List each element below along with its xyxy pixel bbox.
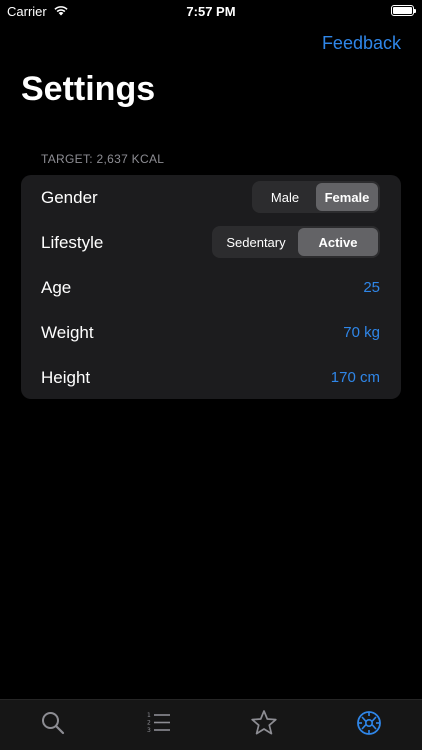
- age-row[interactable]: Age 25: [21, 265, 401, 310]
- numbered-list-icon: 1 2 3: [147, 712, 170, 734]
- status-bar: Carrier 7:57 PM: [0, 0, 422, 24]
- svg-text:3: 3: [147, 727, 151, 734]
- age-value[interactable]: 25: [363, 279, 380, 296]
- svg-text:2: 2: [147, 720, 151, 727]
- height-label: Height: [41, 367, 91, 387]
- lifestyle-segmented-control[interactable]: Sedentary Active: [212, 226, 380, 258]
- weight-row[interactable]: Weight 70 kg: [21, 310, 401, 355]
- battery-icon: [391, 5, 416, 16]
- tab-favorites[interactable]: [249, 708, 279, 738]
- svg-text:1: 1: [147, 712, 151, 719]
- gender-segmented-control[interactable]: Male Female: [252, 181, 380, 213]
- gear-icon: [357, 711, 381, 735]
- height-row[interactable]: Height 170 cm: [21, 355, 401, 400]
- page-title: Settings: [21, 70, 156, 108]
- lifestyle-row: Lifestyle Sedentary Active: [21, 220, 401, 265]
- weight-value[interactable]: 70 kg: [343, 324, 380, 341]
- status-time: 7:57 PM: [186, 4, 236, 19]
- search-icon: [42, 712, 65, 735]
- lifestyle-label: Lifestyle: [41, 232, 104, 252]
- weight-label: Weight: [41, 322, 94, 342]
- gender-option-male[interactable]: Male: [254, 183, 316, 211]
- gender-label: Gender: [41, 187, 98, 207]
- age-label: Age: [41, 277, 72, 297]
- feedback-button[interactable]: Feedback: [322, 33, 401, 54]
- gender-row: Gender Male Female: [21, 175, 401, 220]
- lifestyle-option-active[interactable]: Active: [298, 228, 378, 256]
- tab-search[interactable]: [38, 708, 68, 738]
- settings-group: Gender Male Female Lifestyle Sedentary A…: [21, 175, 401, 399]
- star-icon: [251, 710, 277, 735]
- tab-settings[interactable]: [354, 708, 384, 738]
- tab-list[interactable]: 1 2 3: [144, 708, 174, 738]
- gender-option-female[interactable]: Female: [316, 183, 378, 211]
- section-header: TARGET: 2,637 KCAL: [41, 152, 165, 166]
- lifestyle-option-sedentary[interactable]: Sedentary: [214, 228, 298, 256]
- height-value[interactable]: 170 cm: [331, 369, 380, 386]
- tab-bar: 1 2 3: [0, 699, 422, 750]
